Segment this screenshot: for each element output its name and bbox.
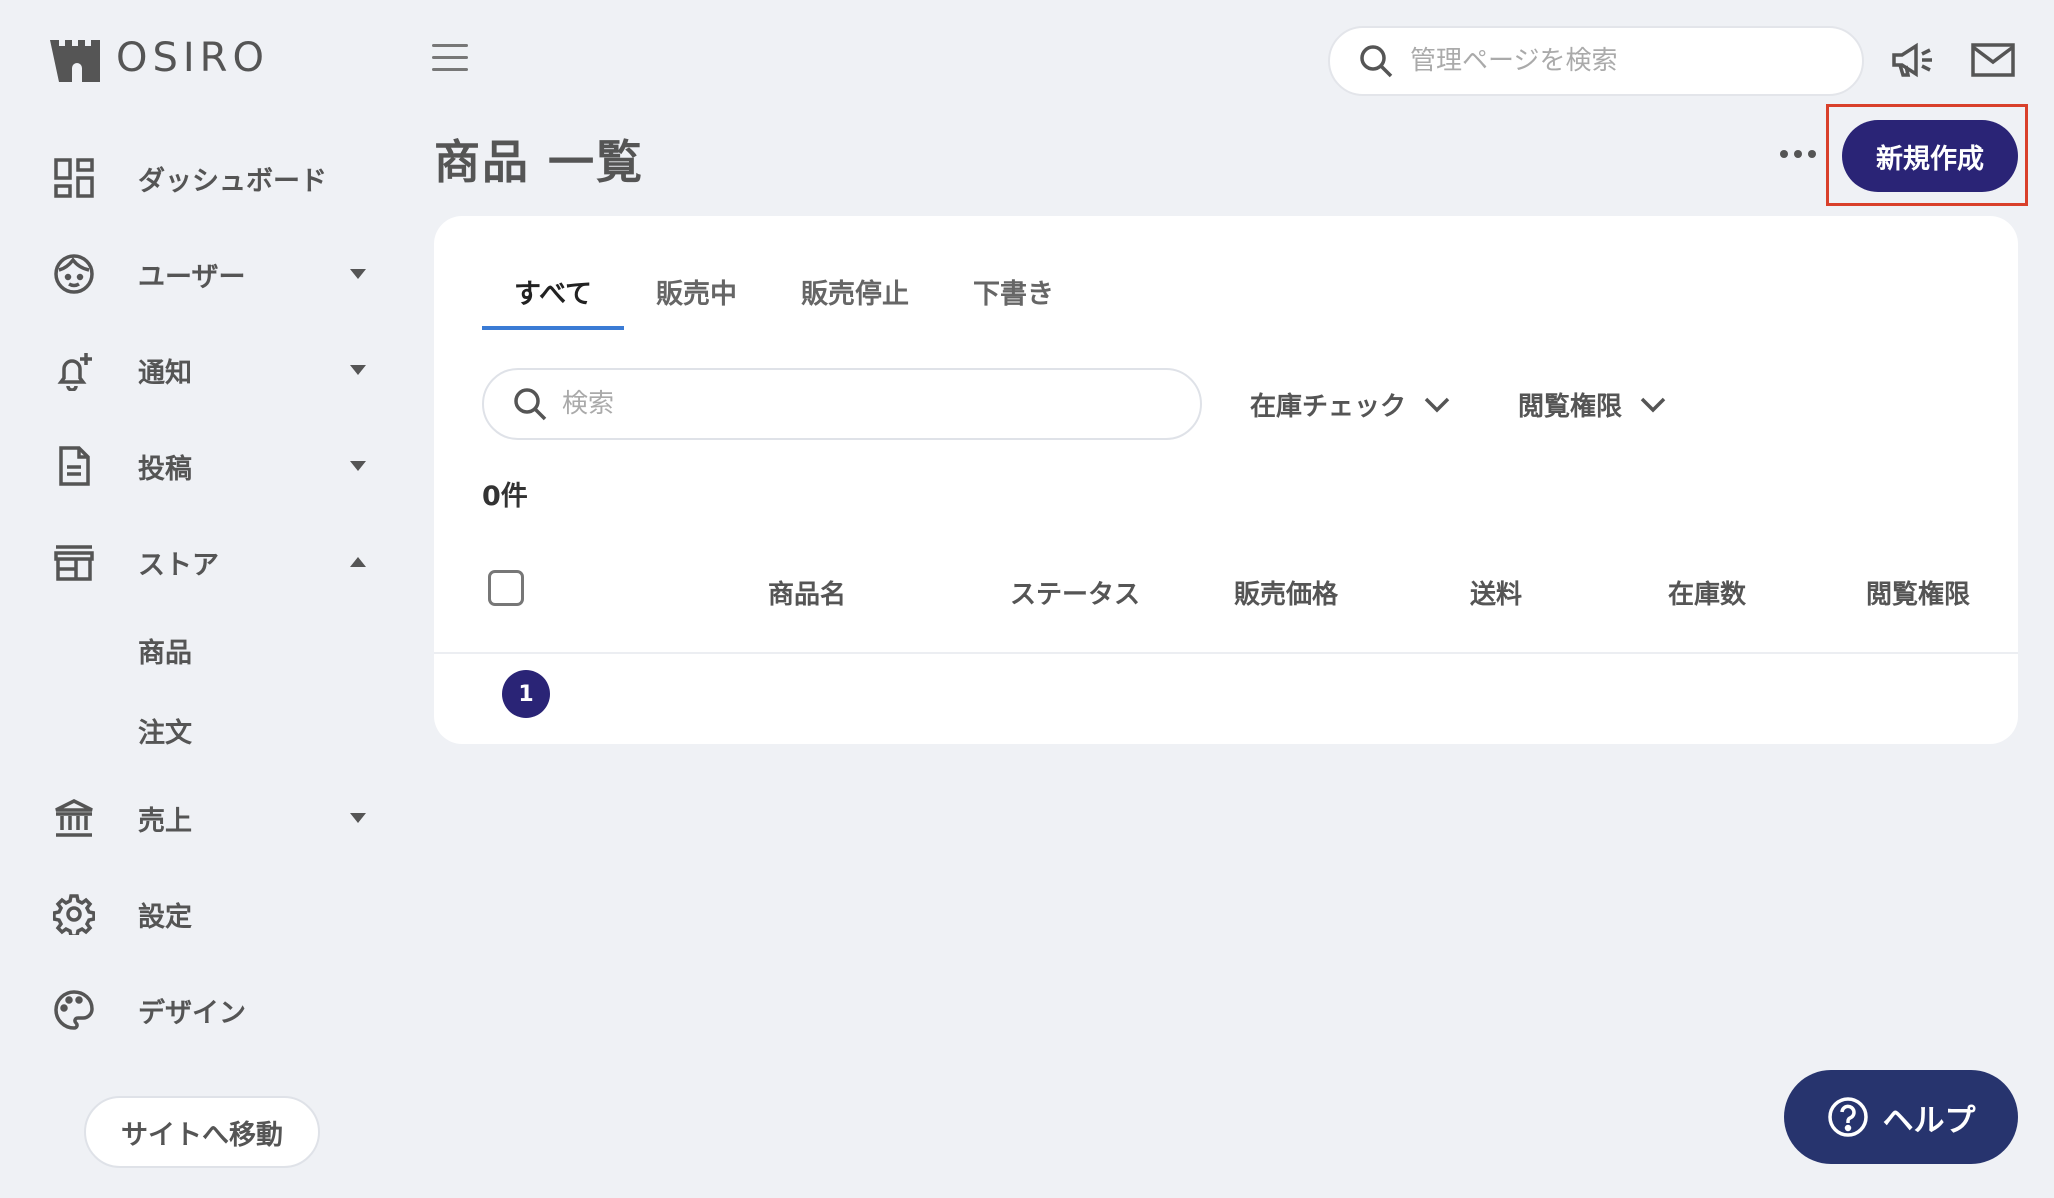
sidebar-item-label: 投稿 (138, 453, 192, 485)
column-header-status[interactable]: ステータス (1010, 574, 1140, 611)
go-to-site-button[interactable]: サイトへ移動 (84, 1096, 320, 1168)
column-header-shipping[interactable]: 送料 (1470, 574, 1522, 611)
column-header-price[interactable]: 販売価格 (1234, 574, 1338, 611)
mail-icon (1971, 43, 2015, 77)
product-search-input[interactable] (562, 389, 1162, 419)
page-title: 商品 一覧 (434, 135, 645, 189)
bank-icon (52, 796, 96, 840)
chevron-down-icon (350, 365, 366, 375)
gear-icon (52, 892, 96, 936)
access-permission-filter[interactable]: 閲覧権限 (1518, 386, 1666, 423)
bell-plus-icon (52, 348, 96, 392)
sidebar-subitem-label: 注文 (138, 717, 192, 749)
announcement-button[interactable] (1890, 40, 1936, 80)
sidebar-item-label: ダッシュボード (138, 165, 327, 197)
status-tabs: すべて 販売中 販売停止 下書き (482, 272, 1086, 330)
castle-icon (50, 40, 100, 82)
menu-toggle-button[interactable] (432, 44, 468, 74)
sidebar-subitem-label: 商品 (138, 637, 192, 669)
search-icon (514, 388, 547, 421)
more-options-button[interactable] (1780, 150, 1820, 164)
dashboard-icon (52, 156, 96, 200)
palette-icon (52, 988, 96, 1032)
sidebar-nav: ダッシュボード ユーザー 通知 投稿 ストア 商品 注文 売上 設定 デザイン (0, 130, 410, 1058)
chevron-down-icon (1424, 397, 1450, 412)
global-search[interactable] (1328, 26, 1864, 96)
column-header-stock[interactable]: 在庫数 (1668, 574, 1746, 611)
more-dot (1808, 150, 1816, 158)
search-icon (1360, 45, 1393, 78)
tab-on-sale[interactable]: 販売中 (624, 272, 769, 330)
product-list-card: すべて 販売中 販売停止 下書き 在庫チェック 閲覧権限 0件 商品名 ステータ… (434, 216, 2018, 744)
hamburger-line (432, 68, 468, 71)
global-search-input[interactable] (1410, 46, 1830, 76)
question-circle-icon (1827, 1097, 1868, 1137)
sidebar-item-dashboard[interactable]: ダッシュボード (0, 130, 410, 226)
table-header: 商品名 ステータス 販売価格 送料 在庫数 閲覧権限 (434, 546, 2018, 654)
pagination-page[interactable]: 1 (502, 670, 550, 718)
brand-logo[interactable]: OSIRO (48, 34, 269, 82)
megaphone-icon (1892, 42, 1932, 78)
select-all-checkbox[interactable] (488, 570, 524, 606)
tab-draft[interactable]: 下書き (941, 272, 1086, 330)
sidebar-item-posts[interactable]: 投稿 (0, 418, 410, 514)
sidebar-item-label: 売上 (138, 805, 192, 837)
hamburger-line (432, 56, 468, 59)
messages-button[interactable] (1970, 40, 2016, 80)
brand-name: OSIRO (116, 35, 269, 81)
sidebar-item-notifications[interactable]: 通知 (0, 322, 410, 418)
sidebar-item-label: ストア (138, 549, 219, 581)
sidebar-item-label: デザイン (138, 997, 246, 1029)
help-button[interactable]: ヘルプ (1784, 1070, 2018, 1164)
sidebar-item-store[interactable]: ストア (0, 514, 410, 610)
tab-all[interactable]: すべて (482, 272, 625, 330)
sidebar-item-users[interactable]: ユーザー (0, 226, 410, 322)
sidebar-item-sales[interactable]: 売上 (0, 770, 410, 866)
user-face-icon (52, 252, 96, 296)
result-count: 0件 (482, 481, 528, 512)
store-icon (52, 540, 96, 584)
create-new-button[interactable]: 新規作成 (1842, 120, 2018, 192)
chevron-down-icon (350, 269, 366, 279)
chevron-up-icon (350, 557, 366, 567)
sidebar-item-label: 設定 (138, 901, 192, 933)
sidebar-item-design[interactable]: デザイン (0, 962, 410, 1058)
sidebar-subitem-orders[interactable]: 注文 (0, 690, 410, 770)
sidebar-item-label: ユーザー (138, 261, 246, 293)
hamburger-line (432, 44, 468, 47)
tab-sale-stopped[interactable]: 販売停止 (769, 272, 941, 330)
document-icon (52, 444, 96, 488)
chevron-down-icon (350, 813, 366, 823)
app-root: OSIRO ダッシュボード ユーザー 通知 投稿 ストア 商品 注文 売上 設定… (0, 0, 2054, 1198)
column-header-access[interactable]: 閲覧権限 (1866, 574, 1970, 611)
more-dot (1780, 150, 1788, 158)
more-dot (1794, 150, 1802, 158)
sidebar-item-settings[interactable]: 設定 (0, 866, 410, 962)
filter-label: 閲覧権限 (1518, 392, 1623, 422)
column-header-name[interactable]: 商品名 (768, 574, 846, 611)
filter-label: 在庫チェック (1250, 392, 1407, 422)
chevron-down-icon (1640, 397, 1666, 412)
chevron-down-icon (350, 461, 366, 471)
help-label: ヘルプ (1882, 1102, 1976, 1139)
sidebar: OSIRO ダッシュボード ユーザー 通知 投稿 ストア 商品 注文 売上 設定… (0, 0, 410, 1198)
product-search[interactable] (482, 368, 1202, 440)
sidebar-item-label: 通知 (138, 357, 192, 389)
sidebar-subitem-products[interactable]: 商品 (0, 610, 410, 690)
stock-check-filter[interactable]: 在庫チェック (1250, 386, 1450, 423)
